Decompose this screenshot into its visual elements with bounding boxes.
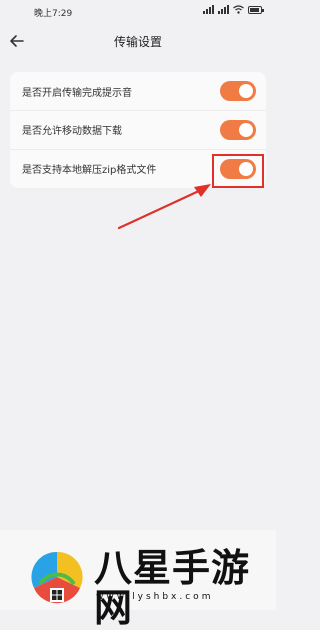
watermark-text: 八星手游网 xyxy=(94,546,251,630)
annotation-arrow-icon xyxy=(117,184,211,230)
watermark-url: www.lyshbx.com xyxy=(96,592,214,602)
status-bar: 晚上7:29 xyxy=(0,0,276,24)
signal-icon xyxy=(203,5,214,14)
toggle-knob xyxy=(239,84,253,98)
title-bar: 传输设置 xyxy=(0,24,276,58)
setting-row-completion-sound: 是否开启传输完成提示音 xyxy=(10,72,266,110)
page-title: 传输设置 xyxy=(113,35,162,49)
toggle-knob xyxy=(239,122,253,137)
status-icons xyxy=(203,5,264,14)
signal-icon-2 xyxy=(218,5,229,14)
mobile-data-toggle[interactable] xyxy=(220,119,256,140)
highlight-box xyxy=(212,154,264,188)
setting-label: 是否支持本地解压zip格式文件 xyxy=(22,165,157,176)
completion-sound-toggle[interactable] xyxy=(220,81,256,101)
status-time: 晚上7:29 xyxy=(34,9,73,19)
watermark-logo-icon xyxy=(31,551,83,604)
setting-label: 是否允许移动数据下载 xyxy=(22,126,122,137)
setting-label: 是否开启传输完成提示音 xyxy=(22,87,132,99)
setting-row-mobile-data: 是否允许移动数据下载 xyxy=(10,110,266,148)
battery-icon xyxy=(248,5,264,14)
wifi-icon xyxy=(233,5,244,14)
